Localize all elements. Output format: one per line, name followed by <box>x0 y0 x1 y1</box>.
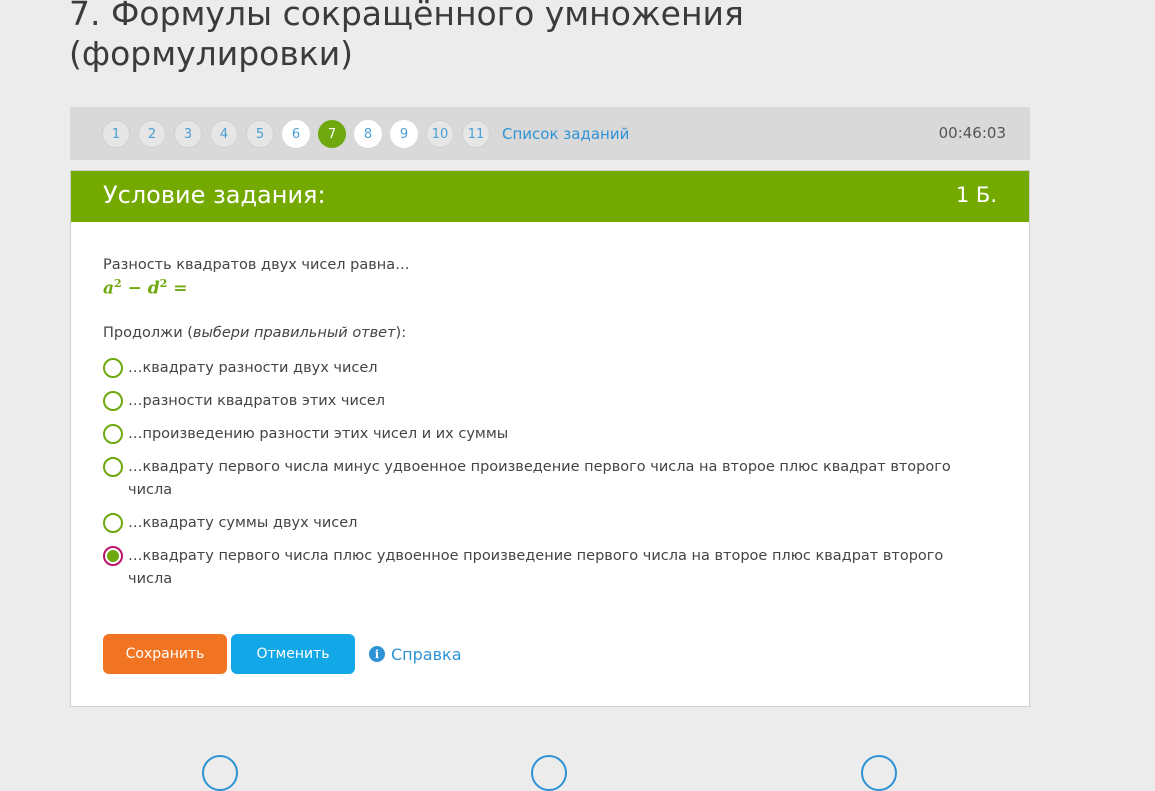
radio-button[interactable] <box>103 423 123 444</box>
question-text: Разность квадратов двух чисел равна… <box>103 257 410 273</box>
answer-label: …произведению разности этих чисел и их с… <box>128 425 509 442</box>
page-button-6[interactable]: 6 <box>282 120 310 148</box>
answer-label: …квадрату суммы двух чисел <box>128 514 358 531</box>
prompt-text: Продолжи (выбери правильный ответ): <box>103 325 983 341</box>
page-button-5[interactable]: 5 <box>246 120 274 148</box>
page-button-10[interactable]: 10 <box>426 120 454 148</box>
formula-exp-1: 2 <box>114 277 122 290</box>
bottom-nav-icon-left[interactable] <box>202 755 238 791</box>
task-list-link[interactable]: Список заданий <box>502 125 629 143</box>
save-button[interactable]: Сохранить <box>103 634 227 674</box>
task-card: Условие задания: 1 Б. Разность квадратов… <box>70 170 1030 707</box>
radio-button[interactable] <box>103 357 123 378</box>
page-buttons: 1 2 3 4 5 6 7 8 9 10 11 Список заданий <box>102 120 629 148</box>
timer: 00:46:03 <box>938 124 1006 142</box>
task-navigation-bar: 1 2 3 4 5 6 7 8 9 10 11 Список заданий 0… <box>70 107 1030 160</box>
formula-a: a <box>103 278 115 299</box>
page-title: 7. Формулы сокращённого умножения (форму… <box>69 0 744 73</box>
answer-options: …квадрату разности двух чисел …разности … <box>103 357 983 591</box>
answer-label: …разности квадратов этих чисел <box>128 392 386 409</box>
radio-button[interactable] <box>103 512 123 533</box>
cancel-button[interactable]: Отменить <box>231 634 355 674</box>
answer-option-2[interactable]: …разности квадратов этих чисел <box>103 390 983 413</box>
radio-button[interactable] <box>103 456 123 477</box>
help-label: Справка <box>391 644 462 664</box>
formula-minus: − <box>121 278 148 299</box>
page-button-8[interactable]: 8 <box>354 120 382 148</box>
answer-label: …квадрату разности двух чисел <box>128 359 378 376</box>
page-button-3[interactable]: 3 <box>174 120 202 148</box>
prompt-start: Продолжи ( <box>103 324 193 341</box>
answer-option-5[interactable]: …квадрату суммы двух чисел <box>103 512 983 535</box>
task-body: Разность квадратов двух чисел равна… a2 … <box>103 257 983 601</box>
answer-label: …квадрату первого числа минус удвоенное … <box>128 458 951 498</box>
answer-option-4[interactable]: …квадрату первого числа минус удвоенное … <box>103 456 983 502</box>
points-badge: 1 Б. <box>955 183 997 207</box>
answer-option-3[interactable]: …произведению разности этих чисел и их с… <box>103 423 983 446</box>
help-link[interactable]: i Справка <box>369 645 462 664</box>
answer-option-6[interactable]: …квадрату первого числа плюс удвоенное п… <box>103 545 983 591</box>
bottom-nav-icon-right[interactable] <box>861 755 897 791</box>
answer-option-1[interactable]: …квадрату разности двух чисел <box>103 357 983 380</box>
bottom-nav-icon-center[interactable] <box>531 755 567 791</box>
page-button-1[interactable]: 1 <box>102 120 130 148</box>
card-header: Условие задания: 1 Б. <box>71 171 1029 222</box>
action-buttons: Сохранить Отменить i Справка <box>103 634 462 674</box>
page-button-9[interactable]: 9 <box>390 120 418 148</box>
page-button-2[interactable]: 2 <box>138 120 166 148</box>
prompt-italic: выбери правильный ответ <box>192 324 396 341</box>
card-header-title: Условие задания: <box>103 181 326 209</box>
info-icon: i <box>369 646 385 662</box>
page-button-11[interactable]: 11 <box>462 120 490 148</box>
answer-label: …квадрату первого числа плюс удвоенное п… <box>128 547 944 587</box>
prompt-end: ): <box>395 324 407 341</box>
formula-d: d <box>147 278 160 299</box>
formula-equals: = <box>167 278 188 299</box>
page-button-4[interactable]: 4 <box>210 120 238 148</box>
page-button-7[interactable]: 7 <box>318 120 346 148</box>
formula: a2 − d2 = <box>103 277 983 299</box>
radio-button[interactable] <box>103 390 123 411</box>
radio-button-selected[interactable] <box>103 545 123 566</box>
